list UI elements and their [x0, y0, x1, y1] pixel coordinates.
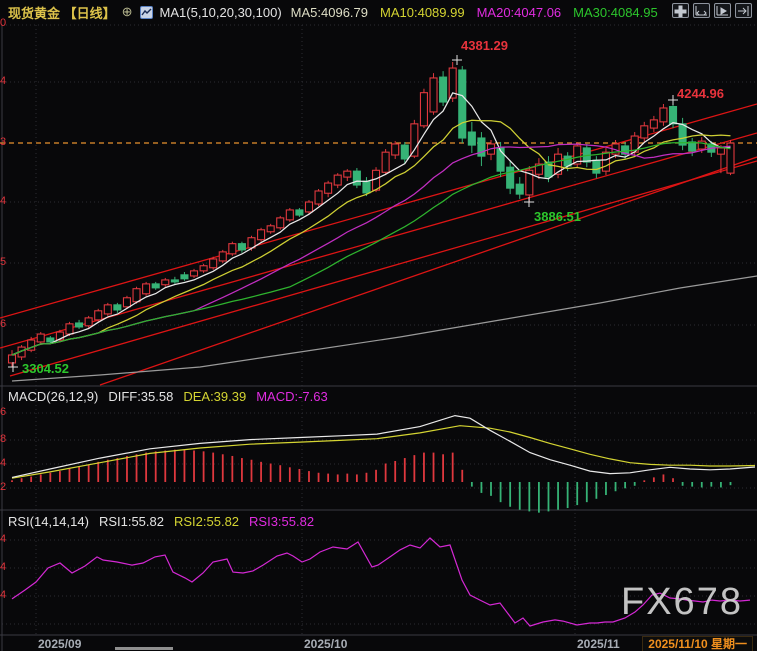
axis-range-icon[interactable]	[693, 3, 710, 18]
rsi2-value: RSI2:55.82	[174, 514, 239, 529]
macd-axis-partial-tick: 6	[0, 407, 6, 417]
price-annotation-3886.51: 3886.51	[534, 209, 581, 224]
top-legend-bar: 现货黄金 【日线】 ⊕ MA1(5,10,20,30,100) MA5:4096…	[0, 0, 757, 24]
playback-icon[interactable]	[714, 3, 731, 18]
ma-value-0: MA5:4096.79	[291, 5, 368, 20]
line-chart-icon[interactable]	[140, 6, 153, 19]
chart-toolbar	[672, 3, 752, 18]
macd-macd-value: MACD:-7.63	[256, 389, 328, 404]
x-axis-label-2025/10: 2025/10	[304, 637, 347, 651]
symbol-title: 现货黄金 【日线】	[8, 3, 116, 22]
ma-values: MA5:4096.79 MA10:4089.99 MA20:4047.06 MA30:…	[291, 5, 658, 20]
macd-dea-value: DEA:39.39	[183, 389, 246, 404]
ma-value-3: MA30:4084.95	[573, 5, 658, 20]
macd-axis-partial-tick: 2	[0, 482, 6, 492]
rsi-axis-partial-tick: 4	[0, 534, 6, 544]
price-annotation-4244.96: 4244.96	[677, 86, 724, 101]
main-axis-partial-tick: 4	[0, 76, 6, 86]
horizontal-scrollbar-thumb[interactable]	[115, 647, 173, 650]
rsi-axis-partial-tick: 4	[0, 590, 6, 600]
rsi-header: RSI(14,14,14) RSI1:55.82 RSI2:55.82 RSI3…	[8, 514, 314, 529]
rsi-axis-partial-tick: 4	[0, 562, 6, 572]
current-date-label: 2025/11/10 星期一	[642, 636, 753, 651]
x-axis-label-2025/09: 2025/09	[38, 637, 81, 651]
macd-axis-partial-tick: 8	[0, 434, 6, 444]
price-annotation-4381.29: 4381.29	[461, 38, 508, 53]
main-axis-partial-tick: 3	[0, 137, 6, 147]
x-axis-label-2025/11: 2025/11	[577, 637, 620, 651]
chart-window: 现货黄金 【日线】 ⊕ MA1(5,10,20,30,100) MA5:4096…	[0, 0, 757, 651]
macd-axis-partial-tick: 4	[0, 458, 6, 468]
main-axis-partial-tick: 4	[0, 196, 6, 206]
macd-diff-value: DIFF:35.58	[108, 389, 173, 404]
price-annotation-3304.52: 3304.52	[22, 361, 69, 376]
macd-name: MACD(26,12,9)	[8, 389, 98, 404]
ma-value-1: MA10:4089.99	[380, 5, 465, 20]
pan-icon[interactable]	[672, 3, 689, 18]
rsi-name: RSI(14,14,14)	[8, 514, 89, 529]
ma-settings-label: MA1(5,10,20,30,100)	[160, 5, 282, 20]
main-axis-partial-tick: 6	[0, 319, 6, 329]
fx678-watermark: FX678	[621, 581, 743, 624]
ma-value-2: MA20:4047.06	[477, 5, 562, 20]
collapse-right-icon[interactable]	[735, 3, 752, 18]
rsi1-value: RSI1:55.82	[99, 514, 164, 529]
rsi3-value: RSI3:55.82	[249, 514, 314, 529]
macd-header: MACD(26,12,9) DIFF:35.58 DEA:39.39 MACD:…	[8, 389, 328, 404]
main-axis-partial-tick: 5	[0, 257, 6, 267]
main-chart-canvas[interactable]	[0, 0, 757, 651]
expand-plus-icon[interactable]: ⊕	[122, 4, 133, 20]
